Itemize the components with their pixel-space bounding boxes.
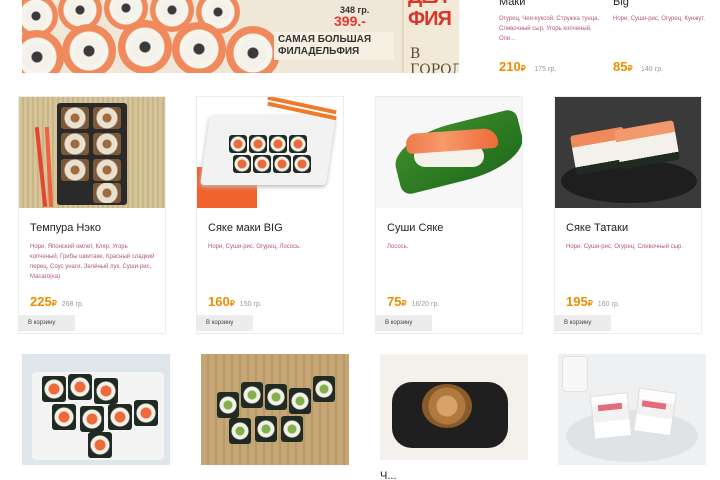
banner-brand-line2: ФИЯ [408, 8, 452, 30]
product-card [201, 354, 349, 480]
product-photo[interactable] [22, 354, 170, 465]
product-weight: 140 гр. [641, 66, 664, 73]
product-photo[interactable] [201, 354, 349, 465]
product-title: Big [613, 0, 629, 8]
product-price: 160₽ [208, 294, 235, 309]
product-price: 195₽ [566, 294, 593, 309]
product-price: 210₽ [499, 59, 526, 74]
product-description: Нори, Суши-рис, Огурец, Сливочный сыр. [566, 244, 684, 250]
product-photo[interactable] [555, 97, 701, 208]
product-photo[interactable] [380, 354, 528, 460]
product-card-partial: Маки Огурец, Чеи-куксой, Стружка тунца, … [499, 0, 604, 76]
product-weight: 268 гр. [61, 301, 84, 308]
product-name[interactable]: Сяке маки BIG [208, 222, 343, 236]
product-name[interactable]: Темпура Нэко [30, 222, 165, 236]
banner-price: 399.- [334, 13, 366, 29]
product-weight: 150 гр. [239, 301, 262, 308]
product-description: Нори, Японский омлет, Кляр, Угорь копчен… [30, 244, 155, 280]
product-price: 225₽ [30, 294, 57, 309]
product-card: Ч... [380, 354, 528, 480]
product-card: Темпура Нэко Нори, Японский омлет, Кляр,… [18, 96, 166, 334]
product-weight: 16/20 гр. [411, 301, 440, 308]
product-weight: 160 гр. [597, 301, 620, 308]
product-card [22, 354, 170, 480]
banner-sushi-image [22, 0, 282, 73]
banner-brand-line3: В ГОРОД [410, 46, 459, 73]
product-price: 85₽ [613, 59, 633, 74]
product-card: Суши Сяке Лосось. 75₽ 16/20 гр. В корзин… [375, 96, 523, 334]
banner-promo-text: САМАЯ БОЛЬШАЯ ФИЛАДЕЛЬФИЯ [274, 32, 394, 60]
product-photo[interactable] [376, 97, 522, 208]
add-to-cart-button[interactable]: В корзину [19, 315, 75, 331]
product-photo[interactable] [197, 97, 343, 208]
add-to-cart-button[interactable]: В корзину [376, 315, 432, 331]
product-photo[interactable] [558, 354, 706, 465]
product-card [558, 354, 706, 480]
product-description: Нори, Суши-рис, Огурец, Кунжут. [613, 16, 706, 22]
product-card-partial: Big Нори, Суши-рис, Огурец, Кунжут. 85₽ … [613, 0, 718, 76]
product-name[interactable]: Суши Сяке [387, 222, 522, 236]
product-price: 75₽ [387, 294, 407, 309]
add-to-cart-button[interactable]: В корзину [197, 315, 253, 331]
product-name[interactable]: Ч... [380, 470, 528, 480]
add-to-cart-button[interactable]: В корзину [555, 315, 611, 331]
promo-banner[interactable]: 348 гр. 399.- САМАЯ БОЛЬШАЯ ФИЛАДЕЛЬФИЯ … [22, 0, 459, 73]
product-title: Маки [499, 0, 526, 8]
product-weight: 175 гр. [534, 66, 557, 73]
product-name[interactable]: Сяке Татаки [566, 222, 701, 236]
product-photo[interactable] [19, 97, 165, 208]
product-description: Лосось. [387, 244, 409, 250]
product-card: Сяке Татаки Нори, Суши-рис, Огурец, Слив… [554, 96, 702, 334]
product-card: Сяке маки BIG Нори, Суши-рис, Огурец, Ло… [196, 96, 344, 334]
product-description: Нори, Суши-рис, Огурец, Лосось. [208, 244, 301, 250]
product-description: Огурец, Чеи-куксой, Стружка тунца, Сливо… [499, 16, 600, 42]
